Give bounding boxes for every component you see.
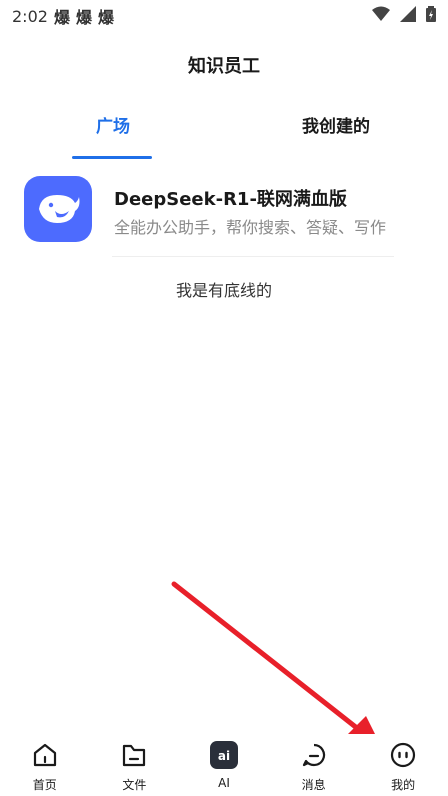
battery-icon <box>426 6 436 26</box>
tab-my-created[interactable]: 我创建的 <box>302 112 370 137</box>
nav-label-home: 首页 <box>32 778 57 792</box>
nav-label-ai: AI <box>218 776 230 790</box>
svg-text:ai: ai <box>218 749 230 763</box>
status-bar: 2:02 爆 爆 爆 <box>0 0 448 32</box>
nav-item-home[interactable]: 首页 <box>10 734 80 793</box>
assistant-name: DeepSeek-R1-联网满血版 <box>114 189 347 210</box>
notification-icon: 爆 <box>75 8 92 27</box>
list-end-note: 我是有底线的 <box>175 281 272 300</box>
tab-active-indicator <box>72 156 152 159</box>
status-time: 2:02 <box>12 6 48 26</box>
tab-bar: 广场 我创建的 <box>0 112 448 162</box>
signal-icon <box>400 6 416 26</box>
nav-label-files: 文件 <box>122 778 147 792</box>
tab-square[interactable]: 广场 <box>96 112 130 137</box>
nav-label-messages: 消息 <box>301 778 326 792</box>
nav-item-profile[interactable]: 我的 <box>368 734 438 793</box>
notification-icon: 爆 <box>53 8 70 27</box>
profile-icon <box>388 740 418 770</box>
wifi-icon <box>372 6 390 26</box>
home-icon <box>30 740 60 770</box>
nav-label-profile: 我的 <box>391 778 416 792</box>
assistant-description: 全能办公助手，帮你搜索、答疑、写作 <box>114 218 387 237</box>
deepseek-whale-icon <box>24 176 92 242</box>
divider <box>112 256 394 257</box>
folder-icon <box>119 740 149 770</box>
nav-item-files[interactable]: 文件 <box>99 734 169 793</box>
page-title: 知识员工 <box>188 56 260 77</box>
nav-item-ai[interactable]: ai AI <box>189 734 259 790</box>
bottom-nav: 首页 文件 ai AI 消息 我的 <box>0 734 448 796</box>
notification-icon: 爆 <box>97 8 114 27</box>
assistant-card[interactable]: DeepSeek-R1-联网满血版 全能办公助手，帮你搜索、答疑、写作 <box>24 176 424 256</box>
ai-icon: ai <box>209 740 239 770</box>
message-icon <box>299 740 329 770</box>
nav-item-messages[interactable]: 消息 <box>279 734 349 793</box>
